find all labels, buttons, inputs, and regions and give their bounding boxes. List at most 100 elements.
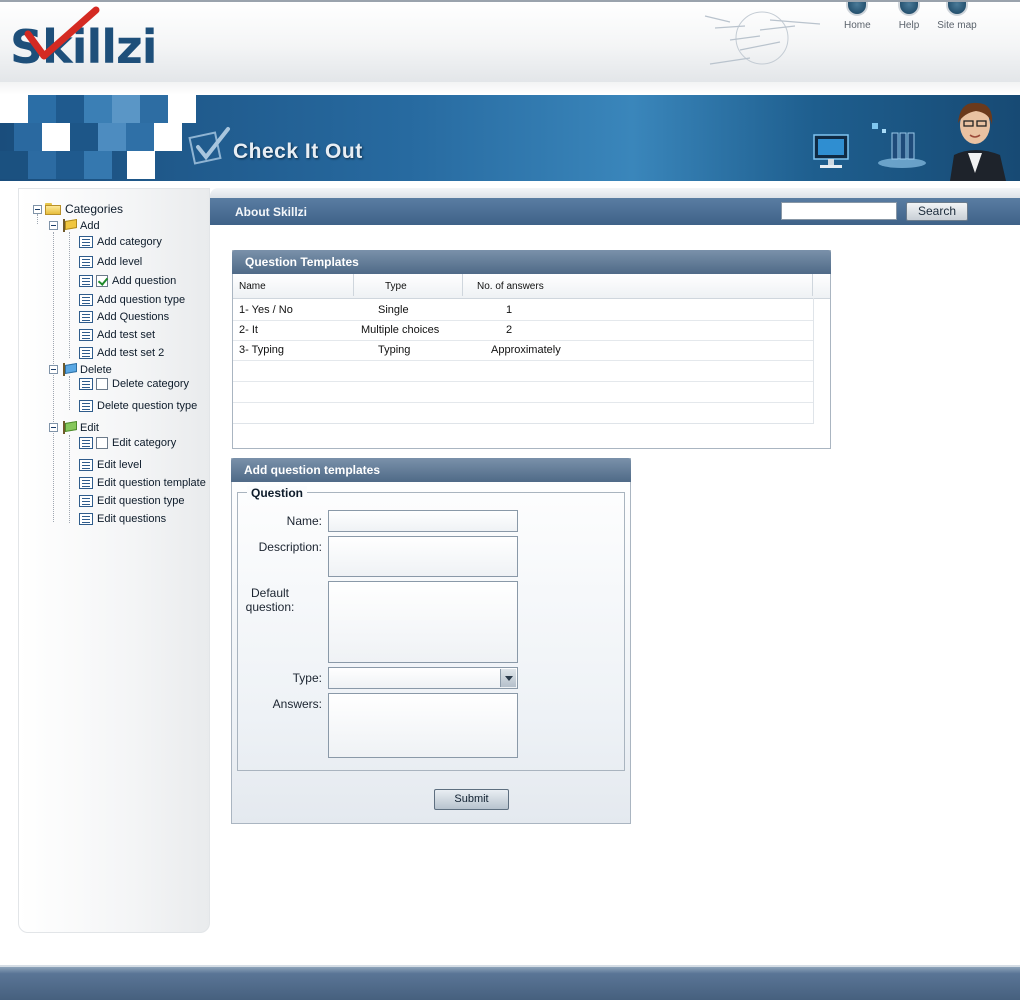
site-map-nav-icon — [946, 2, 968, 16]
chevron-down-icon[interactable] — [500, 669, 516, 687]
type-select[interactable] — [328, 667, 518, 689]
search-button[interactable]: Search — [906, 202, 968, 221]
fieldset-legend: Question — [247, 486, 308, 500]
sidebar-item-add-test-set[interactable]: Add test set — [79, 329, 155, 341]
header: Skillzi Home Help Site map — [0, 0, 1020, 82]
page-icon — [79, 311, 93, 323]
column-header-type[interactable]: Type — [385, 281, 407, 292]
banner-checkmark-icon — [188, 127, 230, 165]
banner-tile — [126, 123, 154, 151]
tree-group-delete[interactable]: Delete — [49, 363, 112, 376]
add-templates-title: Add question templates — [231, 458, 631, 482]
answers-textarea[interactable] — [328, 693, 518, 758]
monitor-icon — [813, 134, 849, 168]
tree-root-categories[interactable]: Categories — [33, 202, 123, 216]
sidebar-item-edit-level[interactable]: Edit level — [79, 459, 142, 471]
sidebar-item-label: Add question type — [97, 294, 186, 306]
sidebar-item-add-question[interactable]: Add question — [79, 275, 176, 287]
nav-site-map[interactable]: Site map — [937, 2, 977, 31]
banner-tile — [154, 123, 182, 151]
tree-group-label: Edit — [80, 421, 99, 434]
banner: Check It Out — [0, 95, 1020, 181]
banner-tile — [0, 95, 28, 123]
section-title: About Skillzi — [235, 205, 307, 219]
sidebar-item-edit-category[interactable]: Edit category — [79, 437, 176, 449]
add-question-checkbox[interactable] — [96, 275, 108, 287]
collapse-toggle-icon[interactable] — [49, 221, 58, 230]
collapse-toggle-icon[interactable] — [33, 204, 42, 214]
banner-tile — [28, 151, 56, 179]
sidebar-item-add-question-type[interactable]: Add question type — [79, 294, 185, 306]
sidebar-item-delete-category[interactable]: Delete category — [79, 378, 189, 390]
page-icon — [79, 236, 93, 248]
sidebar-item-label: Delete category — [112, 378, 190, 390]
cell-name: 3- Typing — [239, 344, 285, 356]
tree-group-label: Delete — [80, 363, 112, 376]
sidebar-item-label: Edit question template — [97, 477, 206, 489]
sidebar-item-label: Add test set 2 — [97, 347, 165, 359]
nav-help[interactable]: Help — [897, 2, 921, 31]
tree-line — [53, 232, 54, 522]
name-label: Name: — [286, 514, 322, 528]
sidebar-item-delete-question-type[interactable]: Delete question type — [79, 400, 197, 412]
binders-icon — [872, 123, 926, 168]
collapse-toggle-icon[interactable] — [49, 365, 58, 374]
tree-line — [69, 232, 70, 358]
banner-title: Check It Out — [233, 140, 363, 163]
folder-open-icon — [45, 203, 61, 215]
banner-tile — [140, 95, 168, 123]
empty-row — [233, 361, 813, 382]
sidebar-item-edit-questions[interactable]: Edit questions — [79, 513, 166, 525]
description-label: Description: — [258, 540, 322, 554]
submit-button[interactable]: Submit — [434, 789, 509, 810]
sidebar-item-edit-question-template[interactable]: Edit question template — [79, 477, 206, 489]
sidebar-item-add-level[interactable]: Add level — [79, 256, 142, 268]
blue-flag-icon — [61, 363, 76, 376]
default-label-line2: question: — [245, 600, 295, 614]
search-input[interactable] — [781, 202, 897, 220]
banner-tile — [112, 95, 140, 123]
sidebar-item-label: Delete question type — [97, 400, 198, 412]
tree-group-edit[interactable]: Edit — [49, 421, 99, 434]
banner-tile — [56, 95, 84, 123]
page-icon — [79, 329, 93, 341]
name-input[interactable] — [328, 510, 518, 532]
sidebar-item-label: Add category — [97, 236, 162, 248]
empty-row — [233, 403, 813, 424]
page-icon — [79, 477, 93, 489]
nav-home[interactable]: Home — [844, 2, 871, 31]
banner-tile — [168, 95, 196, 123]
column-separator — [812, 274, 813, 296]
default-question-label: Default question: — [222, 586, 318, 614]
sidebar-item-add-category[interactable]: Add category — [79, 236, 162, 248]
banner-tile — [0, 151, 28, 179]
sidebar-item-label: Edit questions — [97, 513, 167, 525]
banner-tile — [42, 123, 70, 151]
default-question-textarea[interactable] — [328, 581, 518, 663]
description-textarea[interactable] — [328, 536, 518, 577]
cell-answers: Approximately — [491, 344, 561, 356]
sidebar-item-add-test-set-2[interactable]: Add test set 2 — [79, 347, 164, 359]
help-nav-icon — [898, 2, 920, 16]
sidebar-item-add-questions[interactable]: Add Questions — [79, 311, 169, 323]
sidebar-item-edit-question-type[interactable]: Edit question type — [79, 495, 184, 507]
column-header-answers[interactable]: No. of answers — [477, 281, 544, 292]
sidebar-item-label: Add Questions — [97, 311, 170, 323]
empty-row — [233, 382, 813, 403]
table-row[interactable]: 2- It Multiple choices 2 — [233, 320, 813, 341]
table-row[interactable]: 3- Typing Typing Approximately — [233, 340, 813, 361]
page-icon — [79, 459, 93, 471]
banner-tile — [127, 151, 155, 179]
banner-tile — [84, 151, 112, 179]
collapse-toggle-icon[interactable] — [49, 423, 58, 432]
sidebar-item-label: Add test set — [97, 329, 156, 341]
templates-grid-header: Name Type No. of answers — [233, 274, 830, 299]
tree-line — [69, 435, 70, 523]
tree-group-add[interactable]: Add — [49, 219, 100, 232]
yellow-flag-icon — [61, 219, 76, 232]
edit-category-checkbox[interactable] — [96, 437, 108, 449]
delete-category-checkbox[interactable] — [96, 378, 108, 390]
default-label-line1: Default — [250, 586, 290, 600]
table-row[interactable]: 1- Yes / No Single 1 — [233, 300, 813, 321]
column-header-name[interactable]: Name — [239, 281, 266, 292]
